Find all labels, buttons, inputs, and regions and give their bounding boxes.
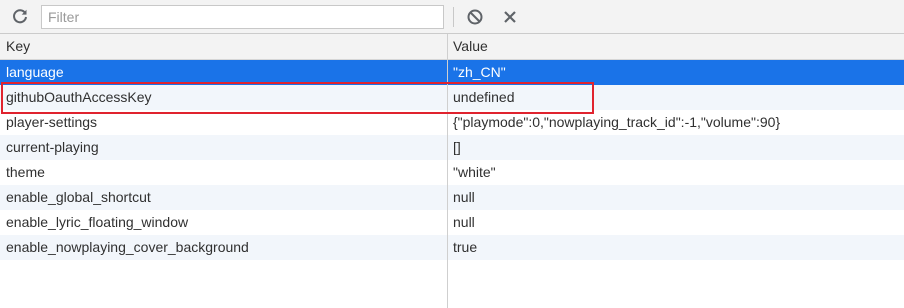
table-row[interactable]: player-settings {"playmode":0,"nowplayin… [0,110,904,135]
toolbar-divider [453,7,454,27]
row-key: current-playing [6,139,99,155]
row-key: player-settings [6,114,98,130]
table-row[interactable]: theme "white" [0,160,904,185]
row-value: true [453,239,478,255]
table-row[interactable]: current-playing [] [0,135,904,160]
column-header-key[interactable]: Key [6,34,444,59]
table-row[interactable]: enable_lyric_floating_window null [0,210,904,235]
row-key: language [6,64,64,80]
row-key: githubOauthAccessKey [6,89,152,105]
table-row[interactable]: enable_global_shortcut null [0,185,904,210]
row-value: undefined [453,89,515,105]
table-header: Key Value [0,34,904,60]
row-key: theme [6,164,45,180]
filter-input[interactable] [41,5,444,29]
column-header-value[interactable]: Value [453,34,901,59]
column-divider[interactable] [447,34,448,308]
row-value: "zh_CN" [453,64,506,80]
row-value: "white" [453,164,496,180]
block-icon[interactable] [464,6,486,28]
table-row[interactable]: language "zh_CN" [0,60,904,85]
row-value: {"playmode":0,"nowplaying_track_id":-1,"… [453,114,781,130]
row-key: enable_nowplaying_cover_background [6,239,249,255]
row-key: enable_lyric_floating_window [6,214,189,230]
refresh-icon[interactable] [9,6,31,28]
row-key: enable_global_shortcut [6,189,151,205]
storage-table: Key Value language "zh_CN" githubOauthAc… [0,34,904,308]
row-value: null [453,214,475,230]
table-row[interactable]: enable_nowplaying_cover_background true [0,235,904,260]
toolbar [0,0,904,34]
row-value: [] [453,139,461,155]
row-value: null [453,189,475,205]
table-row[interactable]: githubOauthAccessKey undefined [0,85,904,110]
close-icon[interactable] [499,6,521,28]
